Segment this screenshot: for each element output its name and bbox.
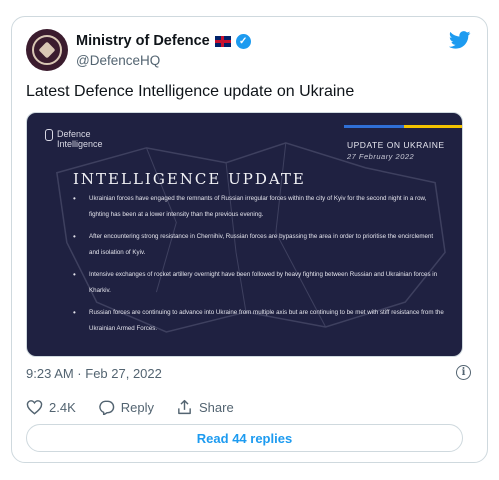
bullet-item: After encountering strong resistance in … bbox=[73, 229, 445, 261]
verified-badge-icon: ✓ bbox=[235, 33, 251, 49]
share-icon bbox=[178, 399, 191, 415]
avatar-crest-icon bbox=[32, 35, 62, 65]
tweet-media-image[interactable]: Defence Intelligence UPDATE ON UKRAINE 2… bbox=[26, 112, 463, 357]
reply-label: Reply bbox=[120, 399, 154, 415]
reply-button[interactable]: Reply bbox=[98, 399, 154, 415]
avatar[interactable] bbox=[26, 29, 68, 71]
update-label: UPDATE ON UKRAINE bbox=[347, 140, 445, 150]
account-name-row[interactable]: Ministry of Defence ✓ bbox=[76, 33, 251, 49]
bullet-list: Ukrainian forces have engaged the remnan… bbox=[73, 191, 445, 343]
logo-line-1: Defence bbox=[57, 129, 91, 139]
account-name[interactable]: Ministry of Defence bbox=[76, 33, 210, 49]
bullet-item: Russian forces are continuing to advance… bbox=[73, 305, 445, 337]
tweet-timestamp[interactable]: 9:23 AM · Feb 27, 2022 bbox=[26, 366, 162, 381]
tweet-card: Ministry of Defence ✓ @DefenceHQ Latest … bbox=[11, 16, 488, 463]
ukraine-flag-bar bbox=[344, 125, 462, 128]
read-replies-button[interactable]: Read 44 replies bbox=[26, 424, 463, 452]
twitter-bird-icon[interactable] bbox=[449, 31, 471, 49]
update-date: 27 February 2022 bbox=[347, 152, 415, 161]
intelligence-title: INTELLIGENCE UPDATE bbox=[73, 170, 306, 188]
share-label: Share bbox=[199, 399, 234, 415]
defence-intelligence-logo: Defence Intelligence bbox=[45, 129, 103, 149]
uk-flag-icon bbox=[214, 35, 231, 47]
heart-icon bbox=[26, 400, 43, 415]
tweet-text: Latest Defence Intelligence update on Uk… bbox=[26, 83, 355, 100]
like-button[interactable]: 2.4K bbox=[26, 399, 76, 415]
bullet-item: Intensive exchanges of rocket artillery … bbox=[73, 267, 445, 299]
account-handle[interactable]: @DefenceHQ bbox=[76, 53, 160, 68]
info-icon[interactable]: i bbox=[456, 365, 471, 380]
like-count: 2.4K bbox=[49, 399, 76, 415]
crest-icon bbox=[45, 129, 53, 141]
reply-icon bbox=[99, 400, 114, 415]
action-bar: 2.4K Reply Share bbox=[26, 399, 256, 415]
bullet-item: Ukrainian forces have engaged the remnan… bbox=[73, 191, 445, 223]
share-button[interactable]: Share bbox=[176, 399, 234, 415]
logo-line-2: Intelligence bbox=[57, 139, 103, 149]
